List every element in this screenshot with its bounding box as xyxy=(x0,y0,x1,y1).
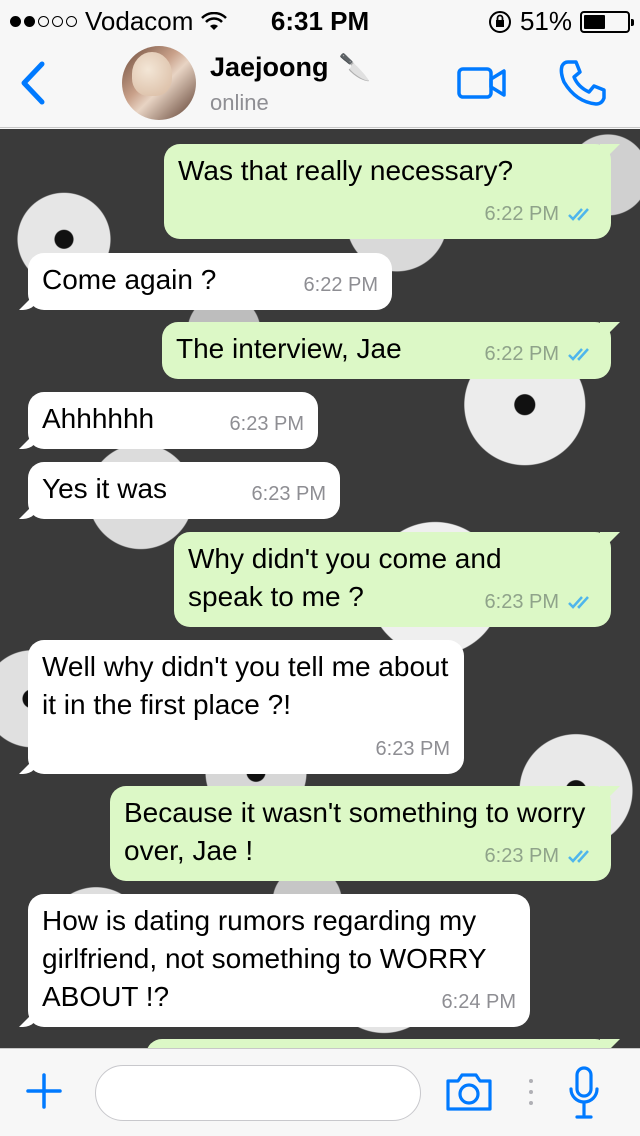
camera-icon[interactable] xyxy=(444,1071,494,1113)
microphone-icon[interactable] xyxy=(568,1065,600,1121)
message-bubble-incoming[interactable]: Ahhhhhh 6:23 PM xyxy=(28,392,318,449)
chat-messages[interactable]: Was that really necessary? 6:22 PM Come … xyxy=(0,129,640,1048)
read-receipt-icon xyxy=(568,348,589,361)
message-bubble-outgoing[interactable]: Why didn't you come and speak to me ? 6:… xyxy=(174,532,611,627)
message-bubble-incoming[interactable]: Come again ? 6:22 PM xyxy=(28,253,392,310)
message-bubble-outgoing[interactable]: The interview, Jae 6:22 PM xyxy=(162,322,611,379)
message-bubble-incoming[interactable]: Well why didn't you tell me about it in … xyxy=(28,640,464,774)
phone-call-icon[interactable] xyxy=(558,58,608,108)
message-time: 6:22 PM xyxy=(484,203,559,225)
message-time: 6:23 PM xyxy=(484,591,559,613)
contact-avatar[interactable] xyxy=(122,46,196,120)
message-bubble-outgoing[interactable]: Was that really necessary? 6:22 PM xyxy=(164,144,611,239)
video-call-icon[interactable] xyxy=(456,64,508,102)
battery-icon xyxy=(580,10,634,33)
orientation-lock-icon xyxy=(488,10,511,33)
message-text: Was that really necessary? xyxy=(178,155,514,186)
battery-percent: 51% xyxy=(519,6,572,36)
message-bubble-outgoing[interactable]: Because it wasn't something to worry ove… xyxy=(110,786,611,881)
contact-name-text: Jaejoong xyxy=(210,52,329,82)
status-right: 51% xyxy=(488,6,634,37)
message-time: 6:23 PM xyxy=(229,413,304,435)
message-bubble-incoming[interactable]: How is dating rumors regarding my girlfr… xyxy=(28,894,530,1027)
message-bubble-outgoing-partial[interactable] xyxy=(146,1039,611,1048)
message-time: 6:23 PM xyxy=(484,845,559,867)
plus-icon[interactable] xyxy=(24,1071,64,1111)
status-bar: Vodacom 6:31 PM 51% xyxy=(0,0,640,40)
message-bubble-incoming[interactable]: Yes it was 6:23 PM xyxy=(28,462,340,519)
message-input[interactable] xyxy=(95,1065,421,1121)
read-receipt-icon xyxy=(568,850,589,863)
contact-name[interactable]: Jaejoong 🔪 xyxy=(210,52,371,83)
contact-status: online xyxy=(210,90,269,115)
chat-header: Jaejoong 🔪 online xyxy=(0,40,640,128)
back-chevron-icon[interactable] xyxy=(14,60,54,106)
message-input-bar xyxy=(0,1048,640,1136)
message-time: 6:24 PM xyxy=(441,991,516,1013)
message-time: 6:22 PM xyxy=(303,274,378,296)
read-receipt-icon xyxy=(568,208,589,221)
message-time: 6:23 PM xyxy=(251,483,326,505)
message-time: 6:23 PM xyxy=(375,738,450,760)
knife-emoji: 🔪 xyxy=(338,52,371,82)
read-receipt-icon xyxy=(568,596,589,609)
message-time: 6:22 PM xyxy=(484,343,559,365)
message-text: Well why didn't you tell me about it in … xyxy=(42,651,449,720)
more-options-icon[interactable] xyxy=(528,1077,534,1107)
